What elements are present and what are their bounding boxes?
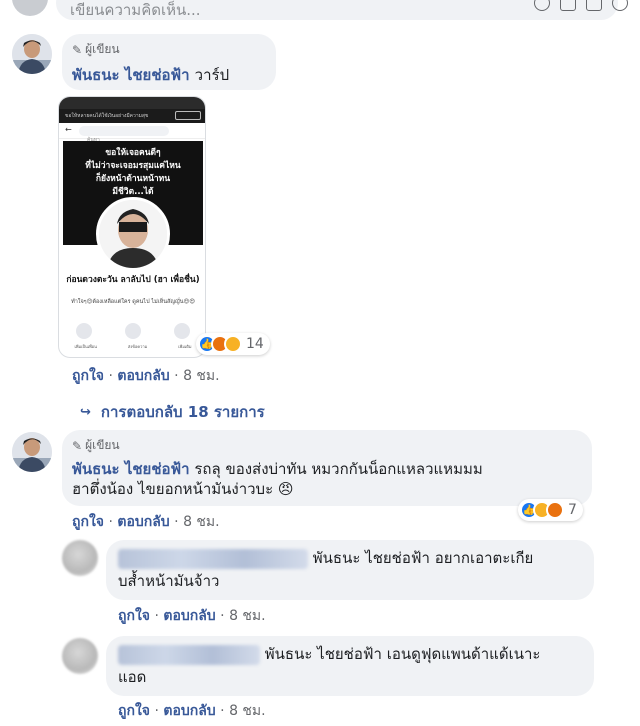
reply-author-avatar[interactable] — [62, 638, 98, 674]
back-arrow-icon: ← — [65, 125, 72, 134]
add-friend-icon — [75, 323, 92, 339]
like-button[interactable]: ถูกใจ — [72, 368, 104, 384]
reply-mention[interactable]: พันธนะ ไชยช่อฟ้า — [265, 645, 382, 663]
profile-action-labels: เพิ่มเป็นเพื่อน ส่งข้อความ เพิ่มเติม — [59, 343, 205, 350]
profile-bio: ทำใจๆ😊ต้องเหลือแต่ใคร ดูคนไป ไม่เห็นสัญญ… — [71, 299, 195, 305]
comment-text-line2: ฮาตึ่งน้อง ไขยอกหน้ามันง่าวบะ 😠 — [72, 480, 294, 498]
like-button[interactable]: ถูกใจ — [118, 703, 150, 719]
more-icon — [174, 323, 191, 339]
reply-text: เอนดูฟุดแพนด้าแด้เนาะ — [386, 645, 541, 663]
comment-bubble: ✎ ผู้เขียน พันธนะ ไชยช่อฟ้า รถลุ ของส่งบ… — [62, 430, 592, 506]
author-avatar[interactable] — [12, 34, 52, 74]
reply-text-line2: แอด — [118, 667, 147, 686]
phone-top-bar: ขอให้หลายคนได้ใช้เงินอย่างมีความสุข — [59, 109, 205, 123]
reply-author-name[interactable] — [118, 644, 260, 665]
phone-bar-label: ขอให้หลายคนได้ใช้เงินอย่างมีความสุข — [65, 113, 149, 119]
reply-timestamp[interactable]: 8 ชม. — [229, 703, 266, 719]
reaction-summary[interactable]: 👍 14 — [196, 333, 270, 355]
pencil-icon: ✎ — [72, 438, 83, 453]
comment-timestamp[interactable]: 8 ชม. — [183, 514, 220, 530]
profile-picture — [96, 197, 170, 271]
view-more-replies-label: การตอบกลับ 18 รายการ — [100, 403, 265, 421]
comment-input-placeholder: เขียนความคิดเห็น... — [70, 1, 201, 19]
comment-timestamp[interactable]: 8 ชม. — [183, 368, 220, 384]
comment-text: รถลุ ของส่งบ่าทัน หมวกกันน็อกแหลวแหมมม — [194, 460, 483, 478]
cover-line: ที่ไม่ว่าจะเจอมรสุมแค่ไหน — [85, 161, 181, 171]
profile-action-label: เพิ่มเป็นเพื่อน — [74, 344, 97, 349]
like-button[interactable]: ถูกใจ — [72, 514, 104, 530]
pencil-icon: ✎ — [72, 42, 83, 57]
comment-author-name[interactable]: พันธนะ ไชยช่อฟ้า — [72, 460, 190, 478]
comment-attachment-image[interactable]: ขอให้หลายคนได้ใช้เงินอย่างมีความสุข ← ค้… — [58, 96, 206, 358]
angry-icon — [546, 501, 564, 519]
reply-bubble: พันธนะ ไชยช่อฟ้า เอนดูฟุดแพนด้าแด้เนาะ แ… — [106, 636, 594, 696]
reply-bubble: พันธนะ ไชยช่อฟ้า อยากเอาตะเกีย บส้ำหน้าม… — [106, 540, 594, 600]
author-avatar[interactable] — [12, 432, 52, 472]
reply-button[interactable]: ตอบกลับ — [117, 514, 169, 530]
messenger-icon — [124, 323, 141, 339]
reaction-count: 14 — [246, 336, 264, 352]
profile-action-label: ส่งข้อความ — [127, 344, 148, 349]
reply-button[interactable]: ตอบกลับ — [117, 368, 169, 384]
profile-actions — [59, 323, 205, 339]
sad-icon — [224, 335, 242, 353]
phone-search-bar: ← ค้นหา — [59, 123, 205, 143]
reply-arrow-icon: ↪ — [80, 404, 91, 420]
reply-author-avatar[interactable] — [62, 540, 98, 576]
reply-mention[interactable]: พันธนะ ไชยช่อฟ้า — [313, 549, 430, 567]
profile-name: ก่อนดวงตะวัน ลาลับไป (ฮา เพื่อชื่น) — [66, 275, 200, 285]
gif-icon[interactable] — [586, 0, 602, 11]
reply-author-name[interactable] — [118, 548, 308, 569]
like-button[interactable]: ถูกใจ — [118, 608, 150, 624]
reaction-count: 7 — [568, 502, 577, 518]
reply-actions: ถูกใจ · ตอบกลับ · 8 ชม. — [118, 608, 266, 624]
comment-actions: ถูกใจ · ตอบกลับ · 8 ชม. — [72, 368, 220, 384]
emoji-icon[interactable] — [534, 0, 550, 11]
reply-text: อยากเอาตะเกีย — [434, 549, 534, 567]
comment-bubble: ✎ ผู้เขียน พันธนะ ไชยช่อฟ้า วาร์ป — [62, 34, 276, 90]
comment-author-name[interactable]: พันธนะ ไชยช่อฟ้า — [72, 66, 190, 84]
reply-actions: ถูกใจ · ตอบกลับ · 8 ชม. — [118, 703, 266, 719]
phone-bar-button — [175, 111, 201, 120]
author-badge-label: ผู้เขียน — [85, 438, 120, 452]
cover-line: ก็ยังหน้าด้านหน้าทน — [95, 174, 171, 184]
author-badge: ✎ ผู้เขียน — [72, 436, 582, 455]
current-user-avatar — [12, 0, 48, 16]
reply-timestamp[interactable]: 8 ชม. — [229, 608, 266, 624]
phone-search-box: ค้นหา — [79, 126, 169, 143]
reply-button[interactable]: ตอบกลับ — [163, 703, 215, 719]
reply-text-line2: บส้ำหน้ามันจ้าว — [118, 571, 220, 590]
phone-status-bar — [59, 97, 205, 109]
view-more-replies[interactable]: ↪ การตอบกลับ 18 รายการ — [80, 400, 265, 424]
cover-line: ขอให้เจอคนดีๆ — [105, 148, 161, 158]
author-badge: ✎ ผู้เขียน — [72, 40, 266, 59]
comment-text: วาร์ป — [194, 66, 230, 84]
comment-actions: ถูกใจ · ตอบกลับ · 8 ชม. — [72, 514, 220, 530]
comment-input[interactable]: เขียนความคิดเห็น... — [56, 0, 628, 20]
author-badge-label: ผู้เขียน — [85, 42, 120, 56]
sticker-icon[interactable] — [612, 0, 628, 11]
profile-action-label: เพิ่มเติม — [178, 344, 192, 349]
reply-button[interactable]: ตอบกลับ — [163, 608, 215, 624]
reaction-summary[interactable]: 👍 7 — [518, 499, 583, 521]
camera-icon[interactable] — [560, 0, 576, 11]
